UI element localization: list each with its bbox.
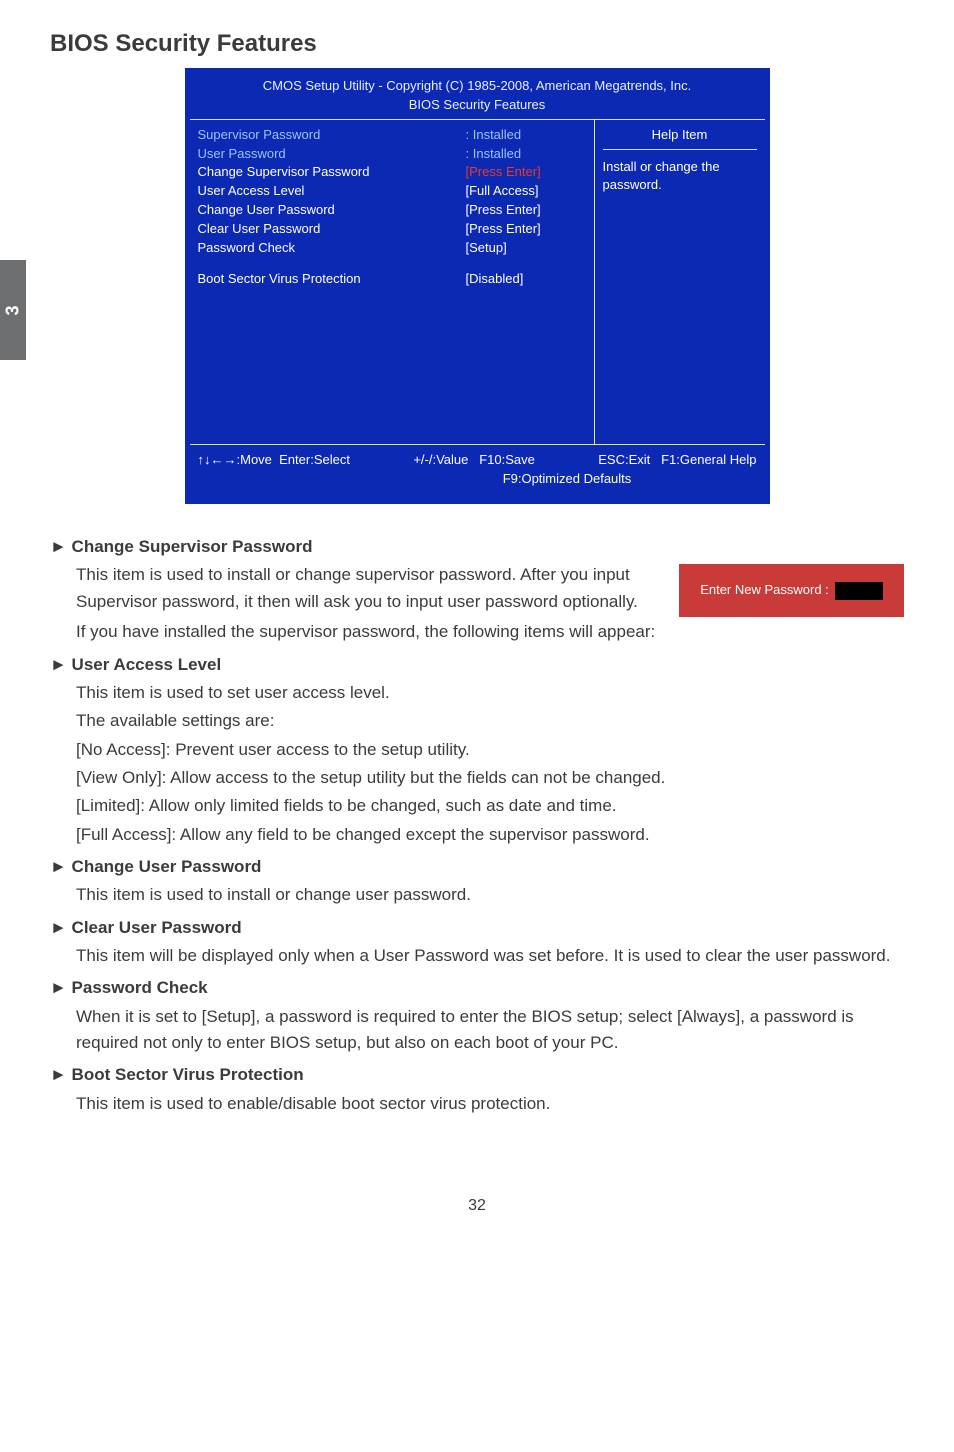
section-user-access-title: ► User Access Level xyxy=(50,652,904,678)
boot-sector-label[interactable]: Boot Sector Virus Protection xyxy=(198,270,466,289)
password-check-value[interactable]: [Setup] xyxy=(466,239,586,258)
bios-help-panel: Help Item Install or change the password… xyxy=(595,120,765,445)
boot-sector-value[interactable]: [Disabled] xyxy=(466,270,586,289)
supervisor-password-label: Supervisor Password xyxy=(198,126,466,145)
section-change-supervisor-title: ► Change Supervisor Password xyxy=(50,534,904,560)
footer-select: Enter:Select xyxy=(279,452,350,467)
change-supervisor-label[interactable]: Change Supervisor Password xyxy=(198,163,466,182)
clear-user-label[interactable]: Clear User Password xyxy=(198,220,466,239)
section-user-access-p2: The available settings are: xyxy=(76,708,904,734)
section-password-check-p1: When it is set to [Setup], a password is… xyxy=(76,1004,904,1057)
section-boot-sector-title: ► Boot Sector Virus Protection xyxy=(50,1062,904,1088)
change-user-label[interactable]: Change User Password xyxy=(198,201,466,220)
user-password-value: : Installed xyxy=(466,145,586,164)
change-supervisor-value[interactable]: [Press Enter] xyxy=(466,163,586,182)
bios-setup-window: CMOS Setup Utility - Copyright (C) 1985-… xyxy=(185,68,770,504)
page-number: 32 xyxy=(50,1197,904,1215)
user-access-label[interactable]: User Access Level xyxy=(198,182,466,201)
enter-password-label: Enter New Password : xyxy=(700,580,829,600)
section-user-access-p6: [Full Access]: Allow any field to be cha… xyxy=(76,822,904,848)
help-title: Help Item xyxy=(603,126,757,145)
help-text: Install or change the password. xyxy=(603,158,757,196)
footer-defaults: F9:Optimized Defaults xyxy=(198,470,757,489)
chapter-number: 3 xyxy=(2,305,23,315)
bios-header-line2: BIOS Security Features xyxy=(190,96,765,115)
section-change-supervisor-p2: If you have installed the supervisor pas… xyxy=(76,619,904,645)
bios-header-line1: CMOS Setup Utility - Copyright (C) 1985-… xyxy=(190,77,765,96)
section-clear-user-title: ► Clear User Password xyxy=(50,915,904,941)
footer-move: ↑↓←→:Move xyxy=(198,452,272,467)
section-user-access-p5: [Limited]: Allow only limited fields to … xyxy=(76,793,904,819)
footer-help: F1:General Help xyxy=(661,452,756,467)
footer-save: F10:Save xyxy=(479,452,535,467)
supervisor-password-value: : Installed xyxy=(466,126,586,145)
enter-password-field[interactable] xyxy=(835,582,883,600)
change-user-value[interactable]: [Press Enter] xyxy=(466,201,586,220)
chapter-tab: 3 xyxy=(0,260,26,360)
section-password-check-title: ► Password Check xyxy=(50,975,904,1001)
section-user-access-p4: [View Only]: Allow access to the setup u… xyxy=(76,765,904,791)
page-title: BIOS Security Features xyxy=(50,30,904,58)
footer-value: +/-/:Value xyxy=(413,452,468,467)
section-change-user-p1: This item is used to install or change u… xyxy=(76,882,904,908)
section-user-access-p3: [No Access]: Prevent user access to the … xyxy=(76,737,904,763)
section-user-access-p1: This item is used to set user access lev… xyxy=(76,680,904,706)
user-access-value[interactable]: [Full Access] xyxy=(466,182,586,201)
bios-settings-panel: Supervisor Password : Installed User Pas… xyxy=(190,120,595,445)
section-boot-sector-p1: This item is used to enable/disable boot… xyxy=(76,1091,904,1117)
documentation-body: ► Change Supervisor Password Enter New P… xyxy=(50,534,904,1117)
bios-header: CMOS Setup Utility - Copyright (C) 1985-… xyxy=(190,73,765,119)
user-password-label: User Password xyxy=(198,145,466,164)
password-check-label[interactable]: Password Check xyxy=(198,239,466,258)
section-change-user-title: ► Change User Password xyxy=(50,854,904,880)
bios-footer: ↑↓←→:Move Enter:Select +/-/:Value F10:Sa… xyxy=(190,444,765,499)
footer-exit: ESC:Exit xyxy=(598,452,650,467)
clear-user-value[interactable]: [Press Enter] xyxy=(466,220,586,239)
section-clear-user-p1: This item will be displayed only when a … xyxy=(76,943,904,969)
enter-password-popup: Enter New Password : xyxy=(679,564,904,616)
